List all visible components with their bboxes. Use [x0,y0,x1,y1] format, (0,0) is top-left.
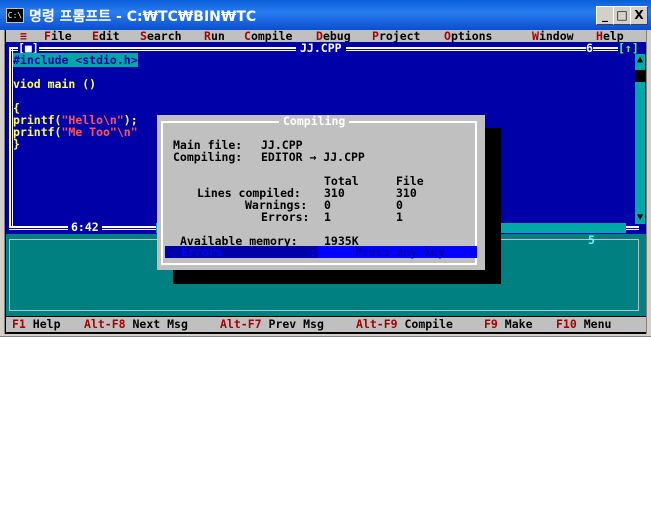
dialog-title: Compiling [279,115,350,127]
status-make[interactable]: F9 Make [484,318,533,330]
menu-options[interactable]: Options [444,30,492,42]
status-menu[interactable]: F10 Menu [556,318,611,330]
compiling-label: Compiling: [173,150,243,164]
status-next-msg[interactable]: Alt-F8 Next Msg [84,318,188,330]
command-prompt-icon[interactable]: C:\ [6,8,24,23]
code-line[interactable]: viod main () [13,78,96,90]
string-literal: "Me Too"\n" [61,125,138,139]
maximize-button[interactable]: □ [613,6,631,25]
menu-search[interactable]: Search [140,30,182,42]
message-window-number: 5 [588,233,595,247]
status-compile[interactable]: Alt-F9 Compile [356,318,453,330]
code-line[interactable]: printf("Me Too"\n" [13,126,138,138]
scroll-thumb[interactable] [635,70,645,82]
status-f1-help[interactable]: F1 Help [12,318,61,330]
window-title: 명령 프롬프트 - C:₩TC₩BIN₩TC [29,9,257,25]
compiling-dialog[interactable]: Compiling Main file: JJ.CPP Compiling: E… [157,115,485,270]
compiling-value: EDITOR → JJ.CPP [261,150,365,164]
errors-file: 1 [396,210,403,224]
menu-compile[interactable]: Compile [244,30,292,42]
menu-project[interactable]: Project [372,30,420,42]
scroll-up-arrow-icon[interactable]: ▲ [635,54,645,66]
status-prev-msg[interactable]: Alt-F7 Prev Msg [220,318,324,330]
errors-label: Errors: [261,210,310,224]
compile-result-bar[interactable]: Errors : Press any key [165,246,477,258]
result-separator: : [309,245,316,259]
editor-vertical-scrollbar[interactable]: ▲ ▼ [635,54,645,224]
errors-total: 1 [324,210,331,224]
window-titlebar[interactable]: C:\ 명령 프롬프트 - C:₩TC₩BIN₩TC _ □ X [0,0,651,30]
menu-window[interactable]: Window [532,30,574,42]
menu-run[interactable]: Run [204,30,225,42]
menu-file[interactable]: File [44,30,72,42]
minimize-button[interactable]: _ [596,6,614,25]
press-any-key-prompt[interactable]: Press any key [355,246,445,258]
editor-window-number: 6 [586,41,593,55]
code-line[interactable]: } [13,138,20,150]
menu-edit[interactable]: Edit [92,30,120,42]
editor-filename: JJ.CPP [296,42,346,54]
window-frame-bottom [0,334,651,337]
editor-zoom-box[interactable]: [↑] [618,42,639,54]
scroll-down-arrow-icon[interactable]: ▼ [635,212,645,224]
code-line[interactable]: #include <stdio.h> [13,53,138,67]
cursor-position: 6:42 [68,221,102,233]
result-status: Errors [181,245,223,259]
status-bar: F1 Help Alt-F8 Next Msg Alt-F7 Prev Msg … [6,317,646,332]
close-button[interactable]: X [630,6,648,25]
